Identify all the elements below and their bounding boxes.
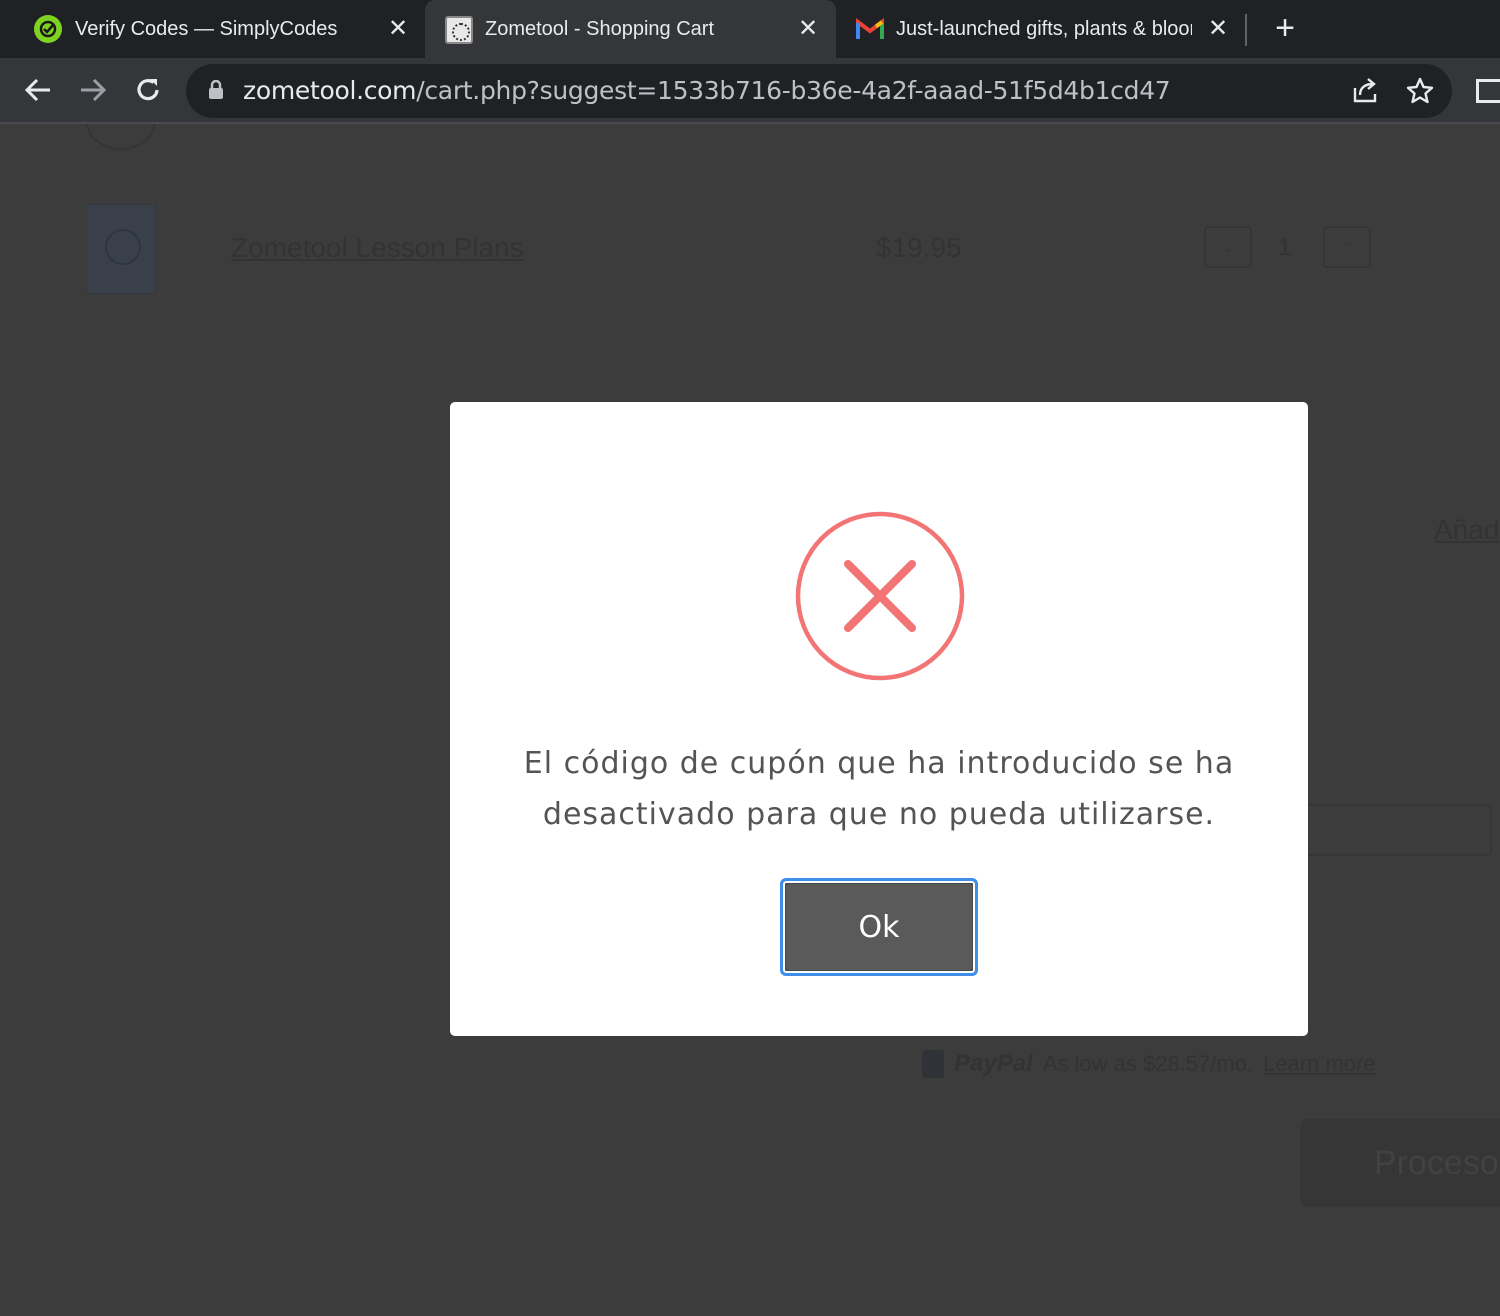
gmail-icon <box>856 17 884 41</box>
url-path: /cart.php?suggest=1533b716-b36e-4a2f-aaa… <box>416 76 1171 105</box>
tab-zometool-cart[interactable]: Zometool - Shopping Cart ✕ <box>425 0 836 58</box>
error-dialog: El código de cupón que ha introducido se… <box>450 402 1308 1036</box>
tab-gmail[interactable]: Just-launched gifts, plants & blooms ✕ <box>836 0 1246 58</box>
coupon-input[interactable] <box>1300 804 1492 856</box>
error-x-icon <box>795 511 965 681</box>
address-bar[interactable]: zometool.com/cart.php?suggest=1533b716-b… <box>186 64 1452 118</box>
close-tab-icon[interactable]: ✕ <box>1208 17 1228 41</box>
tab-separator <box>1245 14 1247 46</box>
tab-simplycodes[interactable]: Verify Codes — SimplyCodes ✕ <box>0 0 425 58</box>
quantity-value[interactable]: 1 <box>1278 234 1291 262</box>
paypal-icon <box>922 1050 944 1078</box>
reload-icon[interactable] <box>128 70 168 110</box>
ok-button-label: Ok <box>786 884 972 970</box>
close-tab-icon[interactable]: ✕ <box>388 17 408 41</box>
new-tab-icon[interactable]: + <box>1268 11 1302 45</box>
paypal-logo: PayPal <box>954 1050 1033 1077</box>
bookmark-star-icon[interactable] <box>1405 76 1435 106</box>
ok-button[interactable]: Ok <box>780 878 978 976</box>
add-link[interactable]: Añad <box>1434 514 1499 546</box>
forward-arrow-icon[interactable] <box>73 70 113 110</box>
qty-increase-button[interactable]: ⌃ <box>1323 226 1371 268</box>
tab-title: Zometool - Shopping Cart <box>485 17 715 40</box>
url-text[interactable]: zometool.com/cart.php?suggest=1533b716-b… <box>243 76 1171 105</box>
product-image-previous <box>86 124 156 150</box>
qty-decrease-button[interactable]: ⌄ <box>1204 226 1252 268</box>
lock-icon <box>209 80 223 99</box>
checkout-button[interactable]: Proceso <box>1300 1119 1500 1207</box>
url-domain: zometool.com <box>243 76 417 105</box>
close-tab-icon[interactable]: ✕ <box>798 17 818 41</box>
paypal-pay-later: PayPal As low as $28.57/mo. Learn more <box>922 1050 1376 1078</box>
product-price: $19.95 <box>876 232 962 263</box>
side-panel-icon[interactable] <box>1476 79 1500 103</box>
product-name-link[interactable]: Zometool Lesson Plans <box>231 232 524 264</box>
paypal-message: As low as $28.57/mo. <box>1042 1051 1254 1076</box>
tab-title: Verify Codes — SimplyCodes <box>75 17 338 40</box>
tab-strip: Verify Codes — SimplyCodes ✕ Zometool - … <box>0 0 1500 58</box>
zometool-icon <box>445 16 473 44</box>
tab-title: Just-launched gifts, plants & blooms <box>896 17 1192 40</box>
back-arrow-icon[interactable] <box>18 70 58 110</box>
paypal-learn-more-link[interactable]: Learn more <box>1263 1051 1376 1077</box>
product-image[interactable] <box>86 204 156 294</box>
share-icon[interactable] <box>1350 76 1380 106</box>
dialog-message: El código de cupón que ha introducido se… <box>523 746 1235 832</box>
browser-toolbar: zometool.com/cart.php?suggest=1533b716-b… <box>0 58 1500 124</box>
simplycodes-icon <box>34 15 62 43</box>
